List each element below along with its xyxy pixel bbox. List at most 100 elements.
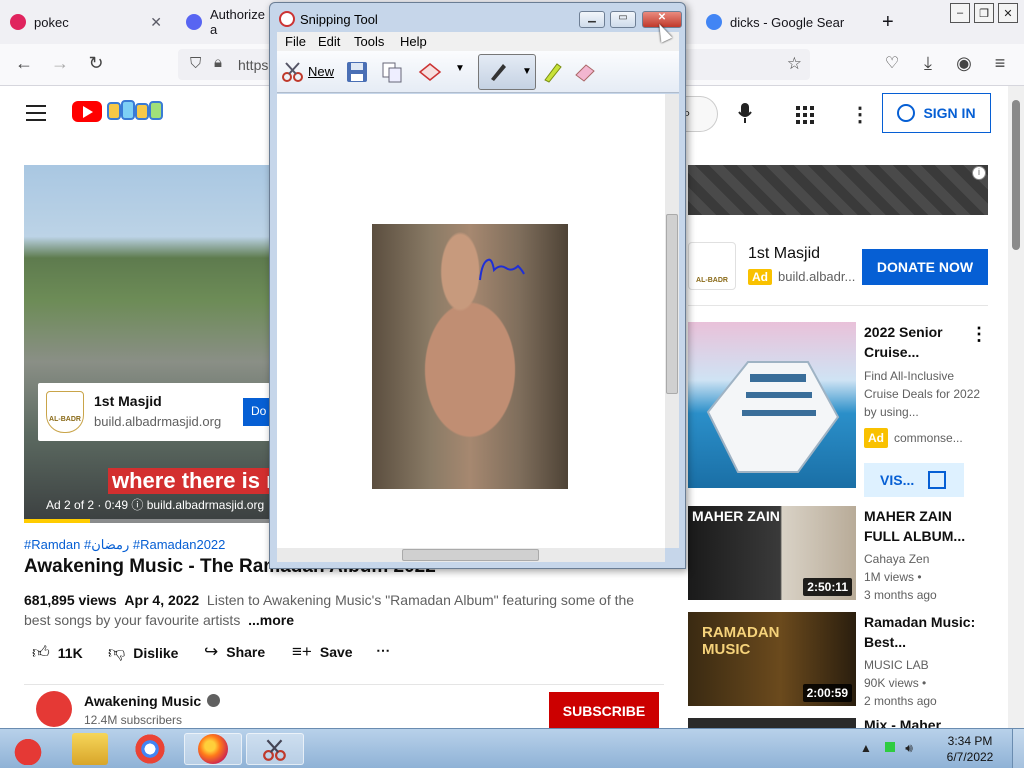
menu-tools[interactable]: Tools xyxy=(354,34,384,49)
menu-icon[interactable]: ≡ xyxy=(988,53,1012,74)
channel-name-row[interactable]: Awakening Music xyxy=(84,693,221,709)
rec-kebab-icon[interactable]: ⋮ xyxy=(970,324,988,345)
ad-url: build.albadrmasjid.org xyxy=(94,414,222,429)
back-icon[interactable]: ← xyxy=(12,53,36,74)
verified-icon xyxy=(207,694,221,707)
close-tab-icon[interactable]: ✕ xyxy=(150,14,162,31)
snipping-tool-taskbar-button[interactable] xyxy=(246,733,304,765)
forward-icon[interactable]: → xyxy=(48,53,72,74)
scrollbar-thumb[interactable] xyxy=(666,214,678,394)
rec-title[interactable]: Mix - Maher xyxy=(864,718,976,728)
menu-edit[interactable]: Edit xyxy=(318,34,340,49)
sign-in-button[interactable]: SIGN IN xyxy=(882,93,991,133)
angry-birds-icon[interactable] xyxy=(6,733,50,765)
ad-info-icon[interactable]: i xyxy=(972,166,986,180)
show-more-link[interactable]: ...more xyxy=(248,612,294,628)
ad-progress-bar[interactable] xyxy=(24,519,270,523)
visit-site-button[interactable]: VIS... xyxy=(864,463,964,497)
save-icon[interactable] xyxy=(345,60,369,84)
rec-age: 2 months ago xyxy=(864,694,937,708)
new-tab-button[interactable]: + xyxy=(872,4,902,40)
canvas-vertical-scrollbar[interactable] xyxy=(665,94,679,548)
bookmark-star-icon[interactable]: ☆ xyxy=(787,54,802,74)
highlighter-icon[interactable] xyxy=(541,60,565,84)
volume-icon[interactable]: 🔊︎ xyxy=(905,741,913,755)
maximize-icon[interactable]: ❐ xyxy=(974,3,994,23)
apps-grid-icon[interactable] xyxy=(796,106,814,124)
save-button[interactable]: ≡+ Save xyxy=(292,642,353,662)
dislike-button[interactable]: 👎︎ Dislike xyxy=(108,642,178,663)
lock-icon[interactable]: 🔒︎ xyxy=(214,54,222,71)
pokec-favicon-icon xyxy=(10,14,26,30)
video-ad-card[interactable]: AL-BADR 1st Masjid build.albadrmasjid.or… xyxy=(38,383,270,441)
settings-kebab-icon[interactable]: ⋮ xyxy=(850,102,870,127)
donate-now-button[interactable]: DONATE NOW xyxy=(862,249,988,285)
scissors-icon[interactable] xyxy=(281,60,305,84)
scrollbar-thumb[interactable] xyxy=(402,549,539,561)
reload-icon[interactable]: ↻ xyxy=(84,53,108,74)
video-description-box[interactable]: 681,895 views Apr 4, 2022 Listen to Awak… xyxy=(24,590,664,630)
snipping-tool-window[interactable]: Snipping Tool ▁ ▭ ✕ File Edit Tools Help… xyxy=(269,2,686,569)
thumbs-down-icon: 👎︎ xyxy=(108,643,126,662)
page-scrollbar[interactable] xyxy=(1008,86,1024,728)
channel-avatar[interactable] xyxy=(36,691,72,727)
youtube-doodle-logo[interactable] xyxy=(106,98,166,124)
snip-canvas[interactable] xyxy=(277,94,665,548)
rec-channel[interactable]: MUSIC LAB xyxy=(864,656,988,674)
hashtags[interactable]: #Ramdan #رمضان #Ramadan2022 xyxy=(24,537,225,553)
microphone-icon[interactable] xyxy=(738,102,752,130)
video-player[interactable]: AL-BADR 1st Masjid build.albadrmasjid.or… xyxy=(24,165,270,523)
tab-pokec[interactable]: pokec ✕ xyxy=(0,4,172,40)
video-duration: 2:00:59 xyxy=(802,684,852,702)
minimize-icon[interactable]: – xyxy=(950,3,970,23)
send-dropdown-icon[interactable]: ▼ xyxy=(455,63,465,74)
cruise-ad-thumbnail[interactable] xyxy=(688,322,856,488)
shield-icon[interactable]: ⛉ xyxy=(190,55,201,72)
rec-title[interactable]: Ramadan Music: Best... xyxy=(864,612,976,652)
tab-google-search[interactable]: dicks - Google Sear xyxy=(696,4,866,40)
rec-title[interactable]: 2022 Senior Cruise... xyxy=(864,322,976,362)
copy-icon[interactable] xyxy=(380,60,404,84)
pen-tool-button[interactable]: ▼ xyxy=(478,54,536,90)
rec-thumbnail[interactable] xyxy=(688,718,856,728)
sidebar-ad-url-row: Ad build.albadr... xyxy=(748,269,855,285)
chrome-icon[interactable] xyxy=(132,733,168,765)
maximize-icon[interactable]: ▭ xyxy=(610,11,636,28)
banner-ad[interactable] xyxy=(688,165,988,215)
youtube-logo[interactable] xyxy=(72,101,102,122)
folder-icon[interactable] xyxy=(72,733,108,765)
send-snip-icon[interactable] xyxy=(418,60,442,84)
video-caption: where there is n xyxy=(108,468,270,494)
extension-icon[interactable]: ◉ xyxy=(952,53,976,74)
sidebar-ad-logo[interactable]: AL-BADR xyxy=(688,242,736,290)
maher-zain-thumbnail[interactable]: MAHER ZAIN 2:50:11 xyxy=(688,506,856,600)
new-snip-button[interactable]: New xyxy=(308,64,334,79)
menu-help[interactable]: Help xyxy=(400,34,427,49)
clock[interactable]: 3:34 PM 6/7/2022 xyxy=(940,733,1000,765)
pocket-icon[interactable]: ♡ xyxy=(880,53,904,73)
like-button[interactable]: 👍︎ 11K xyxy=(32,642,83,663)
hamburger-menu-icon[interactable] xyxy=(26,105,46,121)
sidebar-ad-title[interactable]: 1st Masjid xyxy=(748,245,820,263)
eraser-icon[interactable] xyxy=(573,60,597,84)
minimize-icon[interactable]: ▁ xyxy=(579,11,605,28)
show-desktop-button[interactable] xyxy=(1012,729,1024,768)
ramadan-music-thumbnail[interactable]: RAMADAN MUSIC 2:00:59 xyxy=(688,612,856,706)
scrollbar-thumb[interactable] xyxy=(1012,100,1020,250)
close-icon[interactable]: ✕ xyxy=(998,3,1018,23)
subscribe-button[interactable]: SUBSCRIBE xyxy=(549,692,659,730)
pen-dropdown-icon[interactable]: ▼ xyxy=(522,66,532,77)
menu-file[interactable]: File xyxy=(285,34,306,49)
more-actions-icon[interactable]: ⋯ xyxy=(376,642,390,659)
rec-title[interactable]: MAHER ZAIN FULL ALBUM... xyxy=(864,506,976,546)
download-icon[interactable]: ⤓ xyxy=(916,53,940,74)
canvas-horizontal-scrollbar[interactable] xyxy=(277,548,665,562)
network-icon[interactable] xyxy=(885,742,896,752)
rec-channel[interactable]: Cahaya Zen xyxy=(864,550,988,568)
share-button[interactable]: ↪ Share xyxy=(204,642,265,662)
tab-authorize[interactable]: Authorize a xyxy=(176,4,270,40)
firefox-taskbar-button[interactable] xyxy=(184,733,242,765)
show-hidden-icons[interactable]: ▲ xyxy=(860,741,872,755)
ad-cta-button[interactable]: Do xyxy=(243,398,270,426)
divider xyxy=(688,305,988,306)
